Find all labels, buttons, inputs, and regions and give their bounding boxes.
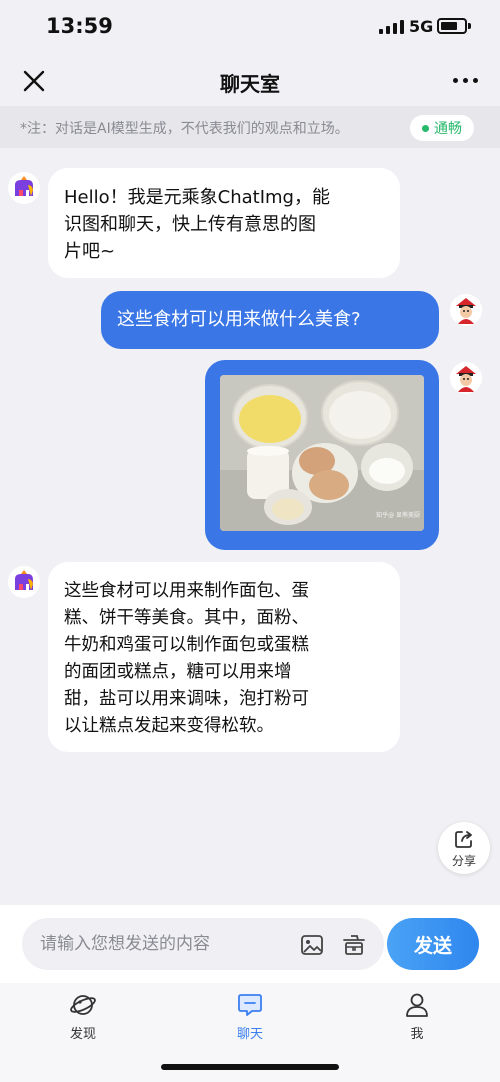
- status-bar: 13:59 5G: [0, 0, 500, 56]
- disclaimer-text: *注：对话是AI模型生成，不代表我们的观点和立场。: [20, 121, 349, 137]
- message-line: 糕、饼干等美食。其中，面粉、: [64, 608, 309, 628]
- connection-status-text: 通畅: [434, 121, 462, 137]
- tab-me[interactable]: 我: [377, 991, 457, 1042]
- tab-label: 聊天: [236, 1027, 263, 1042]
- share-icon: [455, 830, 472, 848]
- toolbox-icon[interactable]: [342, 933, 366, 957]
- status-time: 13:59: [46, 14, 113, 38]
- user-avatar: [450, 362, 482, 394]
- message-line: 的面团或糕点，糖可以用来增: [64, 662, 292, 682]
- ai-message-bubble: Hello！我是元乘象ChatImg，能 识图和聊天，快上传有意思的图 片吧~: [48, 168, 400, 278]
- image-upload-icon[interactable]: [300, 933, 324, 957]
- connection-status-badge: 通畅: [410, 115, 474, 141]
- network-label: 5G: [409, 17, 434, 36]
- message-line: 这些食材可以用来制作面包、蛋: [64, 581, 309, 601]
- elephant-logo-icon: [8, 172, 40, 204]
- user-icon: [406, 993, 428, 1017]
- send-button[interactable]: 发送: [387, 918, 479, 970]
- image-watermark: 知乎@ 显熊美厨: [376, 512, 420, 519]
- message-text: 这些食材可以用来做什么美食?: [117, 309, 361, 330]
- user-avatar-icon: [450, 362, 482, 394]
- elephant-logo-icon: [8, 566, 40, 598]
- message-input-box: [22, 918, 384, 970]
- signal-icon: [379, 20, 404, 34]
- tab-chat[interactable]: 聊天: [210, 991, 290, 1042]
- tab-label: 发现: [69, 1027, 96, 1042]
- share-button[interactable]: 分享: [438, 822, 490, 874]
- ai-message-bubble: 这些食材可以用来制作面包、蛋 糕、饼干等美食。其中，面粉、 牛奶和鸡蛋可以制作面…: [48, 562, 400, 752]
- tab-discover[interactable]: 发现: [43, 991, 123, 1042]
- home-indicator: [161, 1064, 339, 1070]
- battery-icon: [437, 18, 471, 34]
- message-line: 识图和聊天，快上传有意思的图: [64, 214, 316, 235]
- disclaimer-banner: *注：对话是AI模型生成，不代表我们的观点和立场。 通畅: [0, 106, 500, 148]
- ai-avatar: [8, 172, 40, 204]
- more-icon[interactable]: [453, 78, 478, 83]
- status-dot-icon: [422, 124, 429, 132]
- tab-bar: 发现 聊天 我: [0, 983, 500, 1082]
- nav-bar: 聊天室: [0, 56, 500, 106]
- user-avatar-icon: [450, 294, 482, 326]
- message-line: 以让糕点发起来变得松软。: [64, 716, 274, 736]
- share-label: 分享: [451, 853, 476, 868]
- user-message-bubble: 这些食材可以用来做什么美食?: [101, 291, 439, 349]
- ai-avatar: [8, 566, 40, 598]
- tab-label: 我: [410, 1027, 424, 1042]
- user-avatar: [450, 294, 482, 326]
- page-title: 聊天室: [220, 72, 280, 96]
- composer: 发送: [0, 905, 500, 983]
- chat-icon: [238, 994, 262, 1016]
- message-line: 甜，盐可以用来调味，泡打粉可: [64, 689, 309, 709]
- message-line: 牛奶和鸡蛋可以制作面包或蛋糕: [64, 635, 309, 655]
- message-line: Hello！我是元乘象ChatImg，能: [64, 187, 330, 208]
- food-photo[interactable]: 知乎@ 显熊美厨: [220, 375, 424, 531]
- user-image-bubble: 知乎@ 显熊美厨: [205, 360, 439, 550]
- planet-icon: [70, 995, 96, 1015]
- message-line: 片吧~: [64, 241, 116, 262]
- message-input[interactable]: [40, 918, 290, 970]
